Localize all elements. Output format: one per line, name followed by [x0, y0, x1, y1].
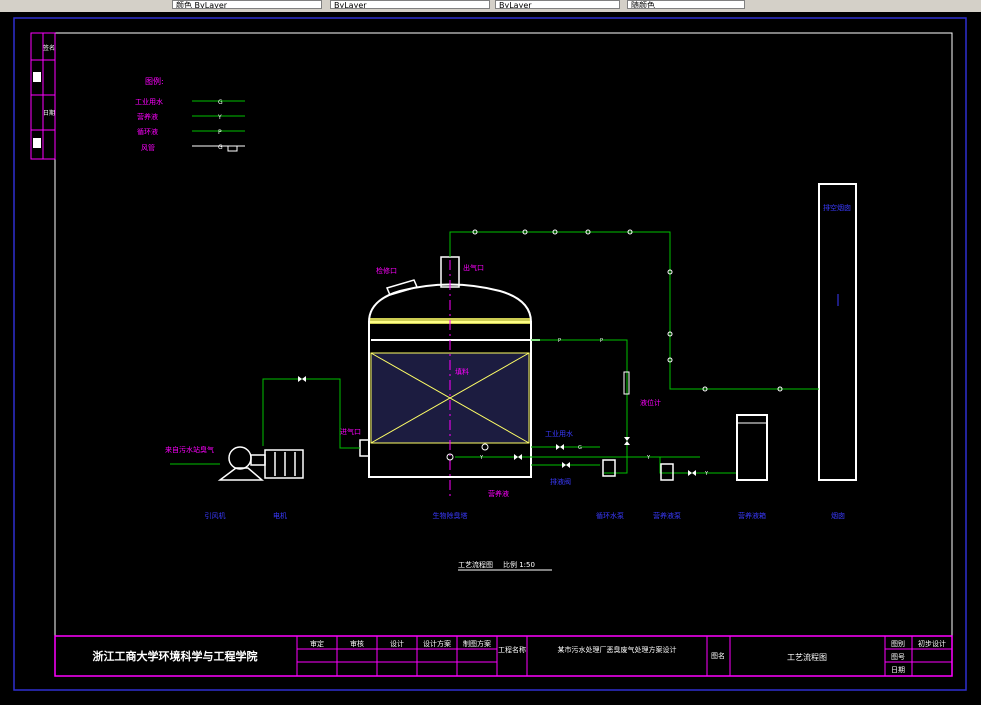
layer-color-dropdown[interactable]: 颜色 ByLayer — [172, 0, 322, 9]
project-label: 工程名称 — [498, 645, 526, 654]
svg-text:Y: Y — [646, 455, 651, 461]
title-block: 浙江工商大学环境科学与工程学院 审定 审核 设计 设计方案 制图方案 工程名称 … — [54, 635, 953, 677]
legend-symbol-1: G — [218, 99, 223, 106]
chimney-label: 排空烟囱 — [823, 203, 851, 212]
nutrient-label: 营养液 — [488, 489, 509, 498]
equipment-tower: 生物除臭塔 — [433, 511, 468, 520]
role-design: 设计 — [390, 639, 404, 648]
cad-drawing: 签名 日期 图例: 工业用水 G 营养液 Y 循环液 P 风管 G 排空烟囱 填… — [13, 17, 967, 691]
svg-text:G: G — [578, 445, 582, 451]
legend-label-3: 循环液 — [137, 127, 158, 136]
equipment-nutrient-tank: 营养液箱 — [738, 511, 766, 520]
row-label-date: 日期 — [891, 666, 905, 674]
role-design-scheme: 设计方案 — [423, 639, 451, 648]
legend-symbol-4: G — [218, 144, 223, 151]
legend-symbol-2: Y — [217, 114, 222, 121]
fan-motor — [217, 446, 304, 481]
diagram-title: 工艺流程图 — [458, 560, 493, 569]
row-label-category: 图别 — [891, 639, 905, 648]
role-approve: 审定 — [310, 639, 324, 648]
institution-name: 浙江工商大学环境科学与工程学院 — [93, 649, 258, 663]
row-value-category: 初步设计 — [918, 639, 946, 648]
legend-title: 图例: — [145, 76, 164, 86]
legend: 图例: 工业用水 G 营养液 Y 循环液 P 风管 G — [135, 76, 245, 152]
role-review: 审核 — [350, 639, 364, 648]
chimney: 排空烟囱 — [818, 183, 857, 481]
manhole-label: 检修口 — [376, 266, 397, 275]
legend-label-1: 工业用水 — [135, 97, 163, 106]
pumps — [602, 459, 674, 481]
drawing-label: 图名 — [711, 651, 725, 660]
nutrient-tank — [736, 414, 768, 481]
svg-text:P: P — [558, 338, 561, 344]
drawing-name: 工艺流程图 — [787, 652, 827, 662]
level-gauge-label: 液位计 — [640, 398, 661, 407]
side-label-sign: 签名 — [43, 44, 55, 52]
outlet-label: 出气口 — [463, 263, 484, 272]
svg-text:Y: Y — [479, 455, 484, 461]
equipment-circ-pump: 循环水泵 — [596, 511, 624, 520]
pump-inlet-label: 进气口 — [340, 427, 361, 436]
bio-tower: 填料 检修口 出气口 — [359, 240, 540, 498]
plotstyle-dropdown[interactable]: 随颜色 — [627, 0, 745, 9]
equipment-motor: 电机 — [273, 511, 287, 520]
drain-line-label: 排液阀 — [550, 477, 571, 486]
equipment-fan: 引风机 — [205, 511, 226, 520]
project-name: 某市污水处理厂恶臭废气处理方案设计 — [558, 645, 677, 654]
packing-label: 填料 — [455, 367, 469, 376]
legend-label-4: 风管 — [141, 143, 155, 152]
svg-text:Y: Y — [704, 471, 709, 477]
legend-symbol-3: P — [218, 129, 222, 136]
row-label-number: 图号 — [891, 653, 905, 661]
drawing-canvas[interactable]: 签名 日期 图例: 工业用水 G 营养液 Y 循环液 P 风管 G 排空烟囱 填… — [0, 12, 981, 701]
side-label-date: 日期 — [43, 109, 55, 117]
equipment-chimney: 烟囱 — [831, 511, 845, 520]
linetype-dropdown[interactable]: ByLayer — [330, 0, 490, 9]
equipment-nutrient-pump: 营养液泵 — [653, 511, 681, 520]
side-panel: 签名 日期 — [30, 32, 56, 160]
role-drafting: 制图方案 — [463, 639, 491, 648]
inlet-label: 来自污水站臭气 — [165, 445, 214, 454]
svg-text:P: P — [600, 338, 603, 344]
equipment-names: 引风机 电机 生物除臭塔 循环水泵 营养液泵 营养液箱 烟囱 — [205, 511, 846, 520]
lineweight-dropdown[interactable]: ByLayer — [495, 0, 620, 9]
legend-label-2: 营养液 — [137, 112, 158, 121]
diagram-scale: 比例 1:50 — [503, 560, 535, 569]
water-supply-label: 工业用水 — [545, 429, 573, 438]
